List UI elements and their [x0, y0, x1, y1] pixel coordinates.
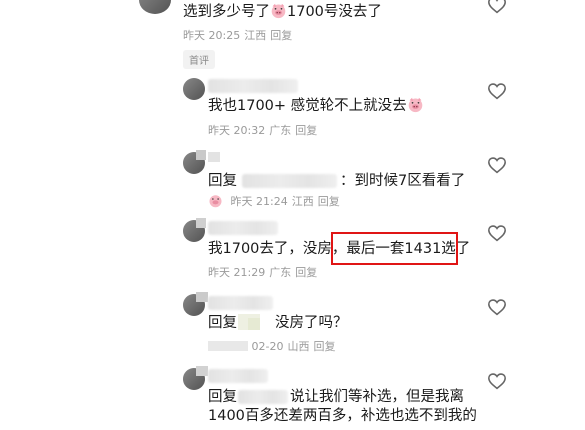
- like-heart-icon[interactable]: [487, 82, 507, 100]
- reply-button[interactable]: 回复: [318, 195, 340, 208]
- pig-emoji-icon: [408, 97, 422, 113]
- like-heart-icon[interactable]: [487, 156, 507, 174]
- comment-text: 回复: [208, 315, 237, 331]
- username-blurred[interactable]: [208, 369, 268, 383]
- like-heart-icon[interactable]: [487, 298, 507, 316]
- reply-button[interactable]: 回复: [295, 266, 317, 279]
- reply-button[interactable]: 回复: [270, 29, 292, 42]
- comment-meta: 02-20 山西 回复: [208, 338, 335, 354]
- comment-text: 没房了吗？: [275, 315, 348, 331]
- blurred-pixel: [196, 218, 206, 228]
- comment-meta: 昨天 21:29 广东 回复: [208, 266, 318, 279]
- like-heart-icon[interactable]: [487, 224, 507, 242]
- comment-text: 说让我们等补选，但是我离: [290, 389, 464, 405]
- comment-text: 回复: [208, 389, 237, 405]
- comment-text: 选到多少号了 1700号没去了: [183, 3, 382, 20]
- reply-button[interactable]: 回复: [313, 340, 335, 353]
- like-heart-icon[interactable]: [487, 0, 507, 14]
- pig-emoji-icon: [209, 195, 222, 208]
- comment-meta: 昨天 20:25 江西 回复: [183, 29, 293, 42]
- blurred-pixel: [208, 152, 220, 162]
- blurred-pixel: [196, 292, 208, 302]
- username-blurred[interactable]: [208, 79, 298, 93]
- blurred-pixel: [196, 150, 206, 160]
- first-comment-badge: 首评: [183, 50, 215, 69]
- blurred-pixel: [196, 366, 208, 376]
- highlight-box: [331, 232, 458, 265]
- avatar[interactable]: [139, 0, 171, 14]
- comment-text: 1400百多还差两百多，补选也选不到我的: [208, 408, 477, 424]
- blurred-pixel: [208, 341, 248, 351]
- avatar[interactable]: [183, 78, 205, 100]
- comment-text: 回复: [208, 173, 237, 189]
- reply-button[interactable]: 回复: [295, 124, 317, 137]
- comment-text: 我也1700+ 感觉轮不上就没去: [208, 96, 424, 116]
- pig-emoji-icon: [271, 3, 286, 19]
- reply-target-blurred[interactable]: [238, 390, 288, 404]
- blurred-pixel: [248, 318, 260, 330]
- username-blurred[interactable]: [208, 221, 278, 235]
- reply-target-blurred[interactable]: [242, 174, 337, 188]
- comment-meta: 昨天 21:24 江西 回复: [208, 193, 340, 209]
- like-heart-icon[interactable]: [487, 372, 507, 390]
- comment-text: ：到时候7区看看了: [340, 173, 466, 189]
- comment-meta: 昨天 20:32 广东 回复: [208, 124, 318, 137]
- username-blurred[interactable]: [208, 296, 273, 310]
